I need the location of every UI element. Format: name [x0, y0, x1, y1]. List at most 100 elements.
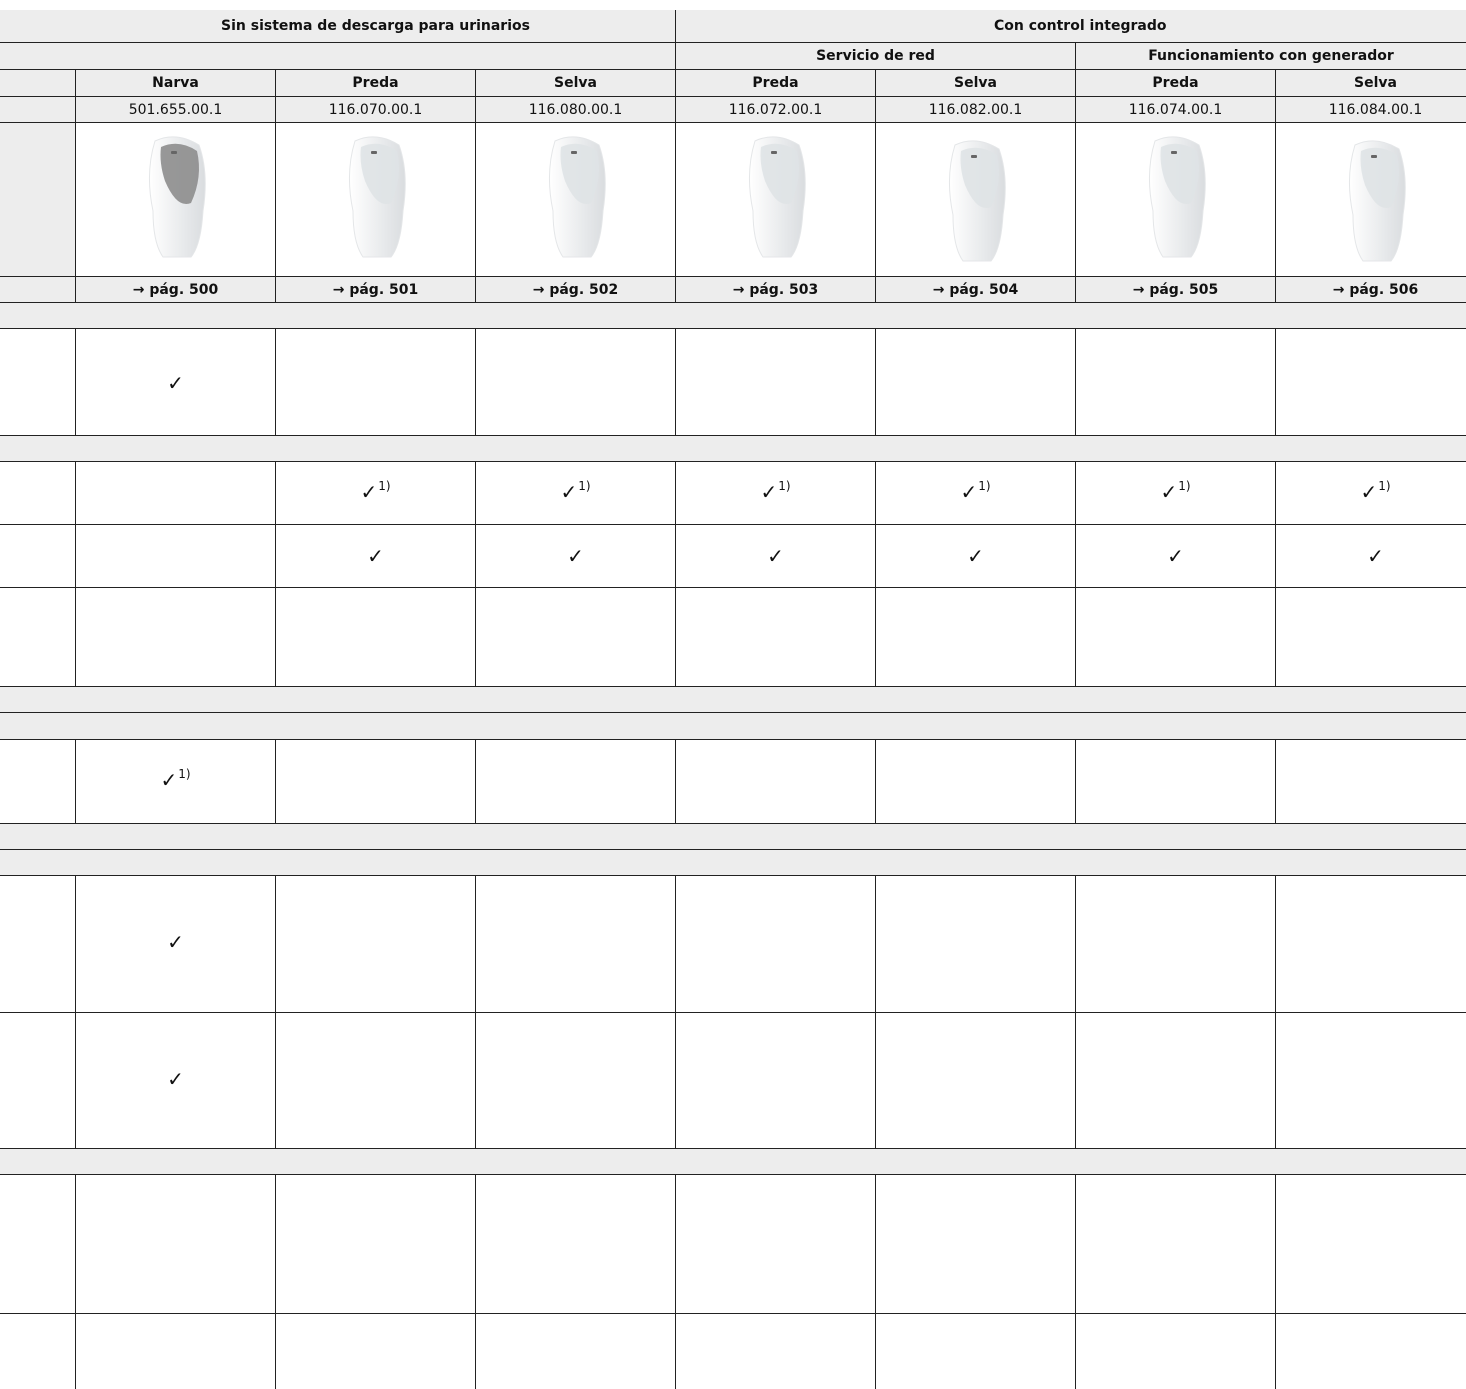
product-name: Selva: [554, 75, 597, 91]
section-band-2: [0, 436, 1466, 461]
product-code: 116.084.00.1: [1328, 101, 1423, 118]
checkmark: ✓ 1): [476, 479, 675, 504]
urinal-image: [141, 133, 211, 269]
checkmark: ✓: [76, 1069, 275, 1089]
checkmark: ✓ 1): [876, 479, 1075, 504]
divider: [0, 823, 1466, 824]
check-glyph: ✓: [1360, 480, 1378, 504]
divider: [0, 122, 1466, 123]
divider: [675, 329, 676, 435]
product-name: Narva: [152, 75, 199, 91]
checkmark: ✓: [876, 546, 1075, 566]
divider: [275, 329, 276, 435]
check-glyph: ✓: [767, 544, 784, 568]
divider: [0, 461, 1466, 462]
divider: [675, 740, 676, 823]
footnote-mark: 1): [778, 479, 791, 493]
check-glyph: ✓: [1367, 544, 1384, 568]
page-reference-link[interactable]: → pág. 505: [1076, 277, 1275, 302]
footnote-mark: 1): [378, 479, 391, 493]
group-without-flush: Sin sistema de descarga para urinarios: [221, 18, 530, 34]
divider: [275, 1175, 276, 1389]
divider: [475, 740, 476, 823]
divider: [875, 740, 876, 823]
divider: [0, 686, 1466, 687]
section-band-1: [0, 303, 1466, 328]
divider: [0, 875, 1466, 876]
footnote-mark: 1): [978, 479, 991, 493]
check-glyph: ✓: [160, 768, 178, 792]
page-reference-link[interactable]: → pág. 500: [76, 277, 275, 302]
check-glyph: ✓: [960, 480, 978, 504]
divider: [0, 1313, 1466, 1314]
divider: [75, 462, 76, 686]
subgroup-generator: Funcionamiento con generador: [1148, 48, 1394, 64]
divider: [0, 1148, 1466, 1149]
divider: [75, 1175, 76, 1389]
divider: [1275, 1175, 1276, 1389]
divider: [475, 1175, 476, 1389]
divider: [875, 329, 876, 435]
check-glyph: ✓: [567, 544, 584, 568]
urinal-image: [1341, 133, 1411, 269]
check-glyph: ✓: [167, 1067, 184, 1091]
page-reference-link[interactable]: → pág. 503: [676, 277, 875, 302]
check-glyph: ✓: [360, 480, 378, 504]
page-reference-link[interactable]: → pág. 504: [876, 277, 1075, 302]
check-glyph: ✓: [760, 480, 778, 504]
product-name: Preda: [752, 75, 799, 91]
checkmark: ✓ 1): [276, 479, 475, 504]
checkmark: ✓: [76, 932, 275, 952]
urinal-image: [1141, 133, 1211, 269]
check-glyph: ✓: [367, 544, 384, 568]
check-glyph: ✓: [967, 544, 984, 568]
product-code: 116.082.00.1: [928, 101, 1023, 118]
footnote-mark: 1): [178, 767, 191, 781]
checkmark: ✓ 1): [76, 767, 275, 792]
divider: [0, 328, 1466, 329]
divider: [675, 1175, 676, 1389]
divider: [875, 876, 876, 1148]
check-glyph: ✓: [167, 371, 184, 395]
divider: [1275, 329, 1276, 435]
urinal-image: [541, 133, 611, 269]
product-name: Preda: [352, 75, 399, 91]
divider: [1075, 740, 1076, 823]
image-row-band: [0, 123, 76, 276]
divider: [875, 1175, 876, 1389]
divider: [0, 1174, 1466, 1175]
divider: [1275, 740, 1276, 823]
divider: [0, 849, 1466, 850]
check-glyph: ✓: [1160, 480, 1178, 504]
divider: [1075, 1175, 1076, 1389]
product-code: 116.070.00.1: [328, 101, 423, 118]
divider: [1075, 329, 1076, 435]
checkmark: ✓: [76, 373, 275, 393]
divider: [0, 587, 1466, 588]
page-reference-link[interactable]: → pág. 502: [476, 277, 675, 302]
urinal-image: [341, 133, 411, 269]
divider: [75, 876, 76, 1148]
checkmark: ✓: [1076, 546, 1275, 566]
check-glyph: ✓: [560, 480, 578, 504]
page-reference-link[interactable]: → pág. 506: [1276, 277, 1466, 302]
footnote-mark: 1): [1378, 479, 1391, 493]
divider: [275, 876, 276, 1148]
divider: [275, 740, 276, 823]
footnote-mark: 1): [578, 479, 591, 493]
subgroup-network: Servicio de red: [816, 48, 935, 64]
divider: [0, 739, 1466, 740]
divider: [475, 876, 476, 1148]
divider: [675, 876, 676, 1148]
product-name: Preda: [1152, 75, 1199, 91]
product-code: 116.074.00.1: [1128, 101, 1223, 118]
divider: [0, 435, 1466, 436]
footnote-mark: 1): [1178, 479, 1191, 493]
checkmark: ✓ 1): [676, 479, 875, 504]
page-reference-link[interactable]: → pág. 501: [276, 277, 475, 302]
product-code: 116.080.00.1: [528, 101, 623, 118]
divider: [0, 1012, 1466, 1013]
divider: [475, 329, 476, 435]
checkmark: ✓: [276, 546, 475, 566]
urinal-image: [741, 133, 811, 269]
